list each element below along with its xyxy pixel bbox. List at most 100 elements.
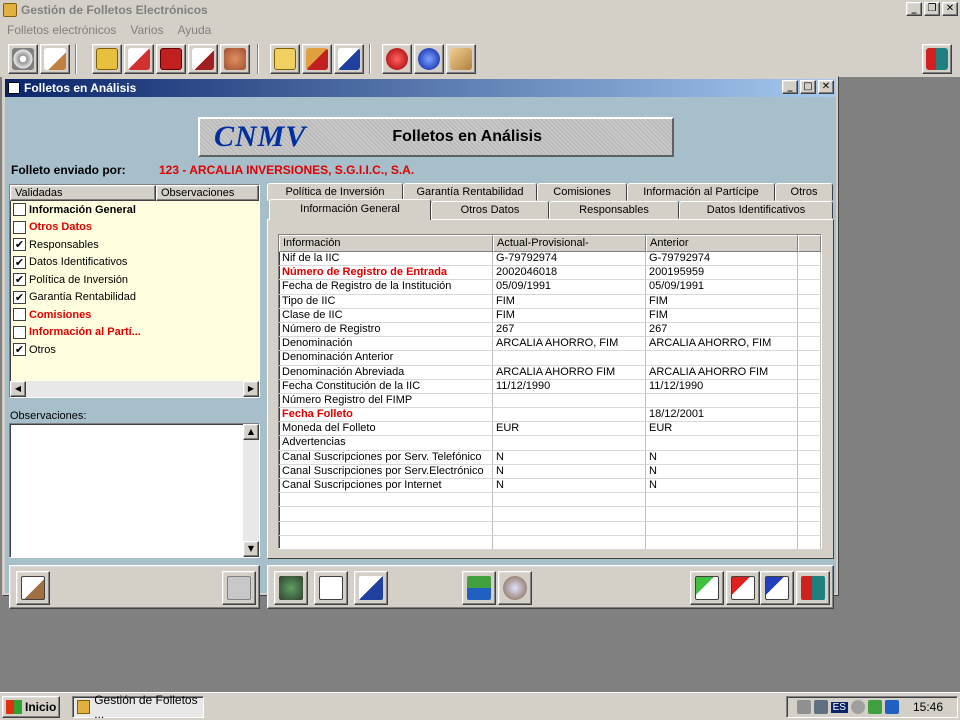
table-row[interactable]: Denominación Anterior: [279, 351, 821, 366]
table-row[interactable]: Tipo de IIC FIM FIM: [279, 294, 821, 309]
checkbox[interactable]: [13, 203, 26, 217]
table-row[interactable]: Canal Suscripciones por Serv. Telefónico…: [279, 450, 821, 465]
close-window-button[interactable]: [796, 571, 830, 605]
taskbar-app-button[interactable]: Gestión de Folletos ...: [72, 693, 204, 720]
table-row[interactable]: Fecha Constitución de la IIC 11/12/1990 11…: [279, 379, 821, 394]
list-hscrollbar[interactable]: ◀ ▶: [10, 381, 259, 397]
checkbox[interactable]: ✔: [13, 273, 26, 287]
tab-responsables[interactable]: Responsables: [549, 201, 679, 219]
list-item[interactable]: Otros Datos: [10, 219, 259, 237]
menu-ayuda[interactable]: Ayuda: [171, 23, 219, 37]
tool-report-button[interactable]: [334, 44, 364, 74]
tab-comisiones[interactable]: Comisiones: [537, 183, 627, 201]
tool-eraser-button[interactable]: [446, 44, 476, 74]
table-row[interactable]: Número Registro del FIMP: [279, 393, 821, 409]
export-word-button[interactable]: [760, 571, 794, 605]
volume-icon[interactable]: [796, 700, 811, 714]
export-red-button[interactable]: [726, 571, 760, 605]
table-row[interactable]: Denominación Abreviada ARCALIA AHORRO FIM…: [279, 365, 821, 380]
tray-app-icon[interactable]: [867, 700, 882, 714]
grid-col-anterior[interactable]: Anterior: [646, 235, 798, 252]
table-row[interactable]: Fecha Folleto 18/12/2001: [279, 408, 821, 423]
child-close-button[interactable]: ✕: [818, 80, 834, 94]
menu-varios[interactable]: Varios: [123, 23, 170, 37]
table-row[interactable]: Canal Suscripciones por Internet N N: [279, 479, 821, 494]
scroll-right-button[interactable]: ▶: [243, 381, 259, 397]
checkbox[interactable]: ✔: [13, 238, 26, 252]
col-observaciones[interactable]: Observaciones: [156, 185, 259, 201]
tab-informacion-participe[interactable]: Información al Partícipe: [627, 183, 775, 201]
tool-disc-button[interactable]: [8, 44, 38, 74]
tab-otros-datos[interactable]: Otros Datos: [431, 201, 549, 219]
tool-files-button[interactable]: [302, 44, 332, 74]
checkbox[interactable]: ✔: [13, 343, 26, 357]
tab-panel: Información Actual-Provisional- Anterior…: [267, 219, 834, 559]
scroll-up-button[interactable]: ▲: [243, 424, 259, 440]
print-button[interactable]: [462, 571, 496, 605]
grid-col-informacion[interactable]: Información: [279, 235, 493, 252]
obs-vscrollbar[interactable]: ▲ ▼: [243, 424, 259, 557]
tool-edit-button[interactable]: [40, 44, 70, 74]
help-doc-button[interactable]: [314, 571, 348, 605]
restore-button[interactable]: ❐: [924, 2, 940, 16]
validate-button[interactable]: [16, 571, 50, 605]
history-button[interactable]: [274, 571, 308, 605]
table-row[interactable]: Moneda del Folleto EUR EUR: [279, 422, 821, 437]
table-row[interactable]: Advertencias: [279, 436, 821, 451]
scroll-left-button[interactable]: ◀: [10, 381, 26, 397]
close-button[interactable]: ✕: [942, 2, 958, 16]
table-cell: 18/12/2001: [646, 408, 798, 422]
checkbox[interactable]: ✔: [13, 290, 26, 304]
table-row[interactable]: Denominación ARCALIA AHORRO, FIM ARCALIA A…: [279, 337, 821, 352]
checkbox[interactable]: [13, 308, 26, 322]
table-row[interactable]: Fecha de Registro de la Institución 05/09…: [279, 280, 821, 295]
tab-datos-identificativos[interactable]: Datos Identificativos: [679, 201, 833, 219]
scroll-down-button[interactable]: ▼: [243, 541, 259, 557]
app-icon[interactable]: [3, 3, 17, 17]
table-row[interactable]: Número de Registro de Entrada 2002046018 2…: [279, 266, 821, 281]
checkbox[interactable]: ✔: [13, 255, 26, 269]
network-icon[interactable]: [813, 700, 828, 714]
list-item[interactable]: ✔ Garantía Rentabilidad: [10, 289, 259, 307]
language-indicator[interactable]: ES: [830, 701, 848, 713]
table-row[interactable]: Clase de IIC FIM FIM: [279, 308, 821, 323]
grid-col-actual[interactable]: Actual-Provisional-: [493, 235, 646, 252]
menu-folletos[interactable]: Folletos electrónicos: [0, 23, 123, 37]
tool-handshake-button[interactable]: [220, 44, 250, 74]
tool-search-red-button[interactable]: [382, 44, 412, 74]
tool-folder-button[interactable]: [92, 44, 122, 74]
tool-exit-button[interactable]: [922, 44, 952, 74]
tool-sign-button[interactable]: [188, 44, 218, 74]
tool-open-folder-button[interactable]: [270, 44, 300, 74]
messenger-icon[interactable]: [884, 700, 899, 714]
window-icon[interactable]: [8, 82, 20, 94]
preview-button[interactable]: [498, 571, 532, 605]
table-row[interactable]: Nif de la IIC G-79792974 G-79792974: [279, 252, 821, 267]
report-view-button[interactable]: [354, 571, 388, 605]
list-item[interactable]: Información General: [10, 201, 259, 219]
globe-icon[interactable]: [850, 700, 865, 714]
tool-book-button[interactable]: [156, 44, 186, 74]
tool-search-blue-button[interactable]: [414, 44, 444, 74]
tool-copy-button[interactable]: [124, 44, 154, 74]
checkbox[interactable]: [13, 220, 26, 234]
tab-informacion-general[interactable]: Información General: [269, 199, 431, 220]
child-maximize-button[interactable]: □: [800, 80, 816, 94]
minimize-button[interactable]: _: [906, 2, 922, 16]
list-item[interactable]: ✔ Política de Inversión: [10, 271, 259, 289]
table-row[interactable]: Número de Registro 267 267: [279, 322, 821, 338]
start-button[interactable]: Inicio: [2, 696, 60, 718]
child-minimize-button[interactable]: _: [782, 80, 798, 94]
list-item[interactable]: ✔ Datos Identificativos: [10, 254, 259, 272]
export-green-button[interactable]: [690, 571, 724, 605]
checkbox[interactable]: [13, 325, 26, 339]
list-item[interactable]: ✔ Responsables: [10, 236, 259, 254]
notes-button[interactable]: [222, 571, 256, 605]
list-item[interactable]: Información al Partí...: [10, 324, 259, 342]
col-validadas[interactable]: Validadas: [10, 185, 156, 201]
table-row[interactable]: Canal Suscripciones por Serv.Electrónico…: [279, 464, 821, 479]
tab-otros[interactable]: Otros: [775, 183, 833, 201]
observations-textarea[interactable]: ▲ ▼: [9, 423, 260, 558]
list-item[interactable]: ✔ Otros: [10, 341, 259, 359]
list-item[interactable]: Comisiones: [10, 306, 259, 324]
